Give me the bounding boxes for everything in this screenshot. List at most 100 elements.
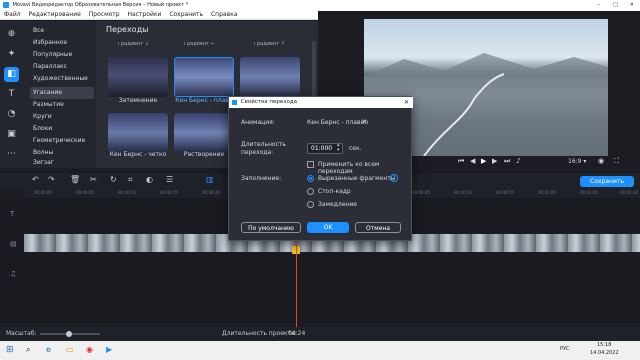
transition-label: Затемнение	[118, 97, 158, 104]
transition-thumb[interactable]	[240, 57, 300, 97]
close-icon[interactable]: ✕	[630, 0, 634, 10]
fullscreen-icon[interactable]: ⛶	[614, 157, 619, 166]
magic-wand-icon[interactable]: ✦	[4, 47, 19, 62]
rotate-icon[interactable]: ↻	[110, 175, 117, 184]
crop-icon[interactable]: ⌗	[128, 175, 133, 185]
category-list: Все Избранное Популярные Параллакс Худож…	[24, 21, 96, 168]
folder-icon[interactable]: ▭	[66, 345, 74, 354]
redo-icon[interactable]: ↷	[48, 175, 55, 184]
category-item[interactable]: Параллакс	[30, 61, 94, 73]
maximize-icon[interactable]: □	[613, 0, 618, 10]
color-icon[interactable]: ◐	[146, 175, 153, 184]
clock-time[interactable]: 15:18	[597, 342, 611, 348]
title-bar: Movavi Видеоредактор Образовательная Вер…	[0, 0, 640, 10]
transitions-icon[interactable]: ◧	[4, 67, 19, 82]
ruler-mark: 00:00:50	[454, 190, 472, 195]
cancel-button[interactable]: Отмена	[355, 222, 401, 233]
import-icon[interactable]: ⊕	[4, 27, 19, 42]
more-tools-icon[interactable]: ⋯	[4, 147, 19, 162]
zoom-slider-handle[interactable]	[66, 331, 72, 337]
transition-thumb-selected[interactable]	[174, 57, 234, 97]
ruler-mark: 00:00:45	[412, 190, 430, 195]
video-track-icon[interactable]: ▤	[10, 240, 17, 248]
aspect-select[interactable]: 16:9 ▾	[568, 158, 586, 165]
category-item[interactable]: Размытие	[30, 99, 94, 111]
duration-label: Длительность перехода:	[241, 141, 286, 156]
ruler-mark: 00:00:05	[76, 190, 94, 195]
movavi-taskbar-icon[interactable]: ▶	[106, 345, 112, 354]
menu-save[interactable]: Сохранить	[169, 11, 203, 18]
chrome-icon[interactable]: ◉	[86, 345, 93, 354]
animation-label: Анимация:	[241, 119, 275, 126]
transition-label: Кен Бернс - четко	[109, 151, 167, 158]
cut-icon[interactable]: ✂	[90, 175, 97, 184]
transition-thumb[interactable]	[174, 113, 234, 153]
transition-thumb[interactable]	[108, 57, 168, 97]
step-back-icon[interactable]: ◀	[470, 157, 475, 165]
fill-label: Заполнение:	[241, 175, 282, 182]
filters-icon[interactable]: ▣	[4, 127, 19, 142]
category-item[interactable]: Художественные	[30, 73, 94, 85]
fill-option-label: Замедление	[318, 201, 357, 208]
titles-icon[interactable]: T	[4, 87, 19, 102]
volume-icon[interactable]: ♪	[516, 157, 520, 165]
ruler-mark: 00:01:10	[620, 190, 638, 195]
prev-frame-icon[interactable]: ⏮	[458, 157, 464, 166]
thumb-top-label: ı радиент ←	[184, 41, 215, 47]
category-item[interactable]: Популярные	[30, 49, 94, 61]
menu-edit[interactable]: Редактирование	[29, 11, 81, 18]
remove-animation-icon[interactable]: ✕	[361, 118, 367, 126]
panel-scrollbar[interactable]	[312, 41, 316, 101]
delete-icon[interactable]: 🗑	[70, 175, 80, 184]
title-track-icon[interactable]: T	[10, 210, 14, 218]
fill-option-radio[interactable]	[307, 201, 314, 208]
menu-help[interactable]: Справка	[211, 11, 237, 18]
status-footer: Масштаб: Длительность проекта: 04:24	[0, 327, 640, 341]
snapshot-icon[interactable]: ◉	[598, 157, 604, 165]
clock-date[interactable]: 14.04.2022	[590, 350, 619, 356]
transition-thumb[interactable]	[108, 113, 168, 153]
transitions-wizard-icon[interactable]: ▥	[206, 175, 214, 184]
thumb-top-label: ı радиент ↓	[118, 41, 149, 47]
audio-track-icon[interactable]: ♫	[10, 270, 16, 278]
category-item[interactable]: Блоки	[30, 123, 94, 135]
animation-value: Кен Бернс - плавно	[307, 119, 369, 126]
apply-all-checkbox[interactable]	[307, 161, 314, 168]
dialog-close-icon[interactable]: ✕	[404, 97, 409, 108]
fill-option-radio-selected[interactable]	[307, 175, 314, 182]
start-icon[interactable]: ⊞	[6, 345, 14, 355]
undo-icon[interactable]: ↶	[32, 175, 39, 184]
edge-icon[interactable]: e	[46, 345, 51, 354]
dialog-app-icon	[232, 100, 237, 105]
duration-stepper-icon[interactable]: ▴ ▾	[337, 143, 340, 153]
category-item[interactable]: Геометрические	[30, 135, 94, 147]
thumb-top-label: ı радиент ↑	[254, 41, 285, 47]
category-item[interactable]: Зигзаг	[30, 157, 94, 169]
fill-option-radio[interactable]	[307, 188, 314, 195]
info-icon[interactable]: ?	[390, 174, 398, 182]
ok-button[interactable]: OK	[307, 222, 349, 233]
duration-value: 04:24	[288, 330, 306, 337]
menu-settings[interactable]: Настройки	[128, 11, 162, 18]
step-forward-icon[interactable]: ▶	[492, 157, 497, 165]
category-item[interactable]: Все	[30, 25, 94, 37]
scale-label: Масштаб:	[6, 330, 37, 337]
minimize-icon[interactable]: –	[598, 0, 601, 10]
keyboard-lang[interactable]: РУС	[560, 346, 570, 352]
category-item[interactable]: Круги	[30, 111, 94, 123]
next-frame-icon[interactable]: ⏭	[504, 157, 510, 166]
list-icon[interactable]: ☰	[166, 175, 173, 184]
export-button[interactable]: Сохранить	[580, 176, 634, 187]
duration-unit: сек.	[349, 145, 362, 152]
default-button[interactable]: По умолчанию	[241, 222, 301, 233]
fill-option-label: Стоп-кадр	[318, 188, 351, 195]
apply-all-label: Применить ко всем переходам	[318, 161, 380, 175]
search-icon[interactable]: ⌕	[26, 345, 30, 355]
category-item[interactable]: Избранное	[30, 37, 94, 49]
play-icon[interactable]: ▶	[481, 157, 486, 165]
menu-view[interactable]: Просмотр	[89, 11, 120, 18]
ruler-mark: 00:00:00	[34, 190, 52, 195]
menu-file[interactable]: Файл	[4, 11, 21, 18]
category-item-active[interactable]: Угасание	[30, 87, 94, 99]
stickers-icon[interactable]: ◔	[4, 107, 19, 122]
